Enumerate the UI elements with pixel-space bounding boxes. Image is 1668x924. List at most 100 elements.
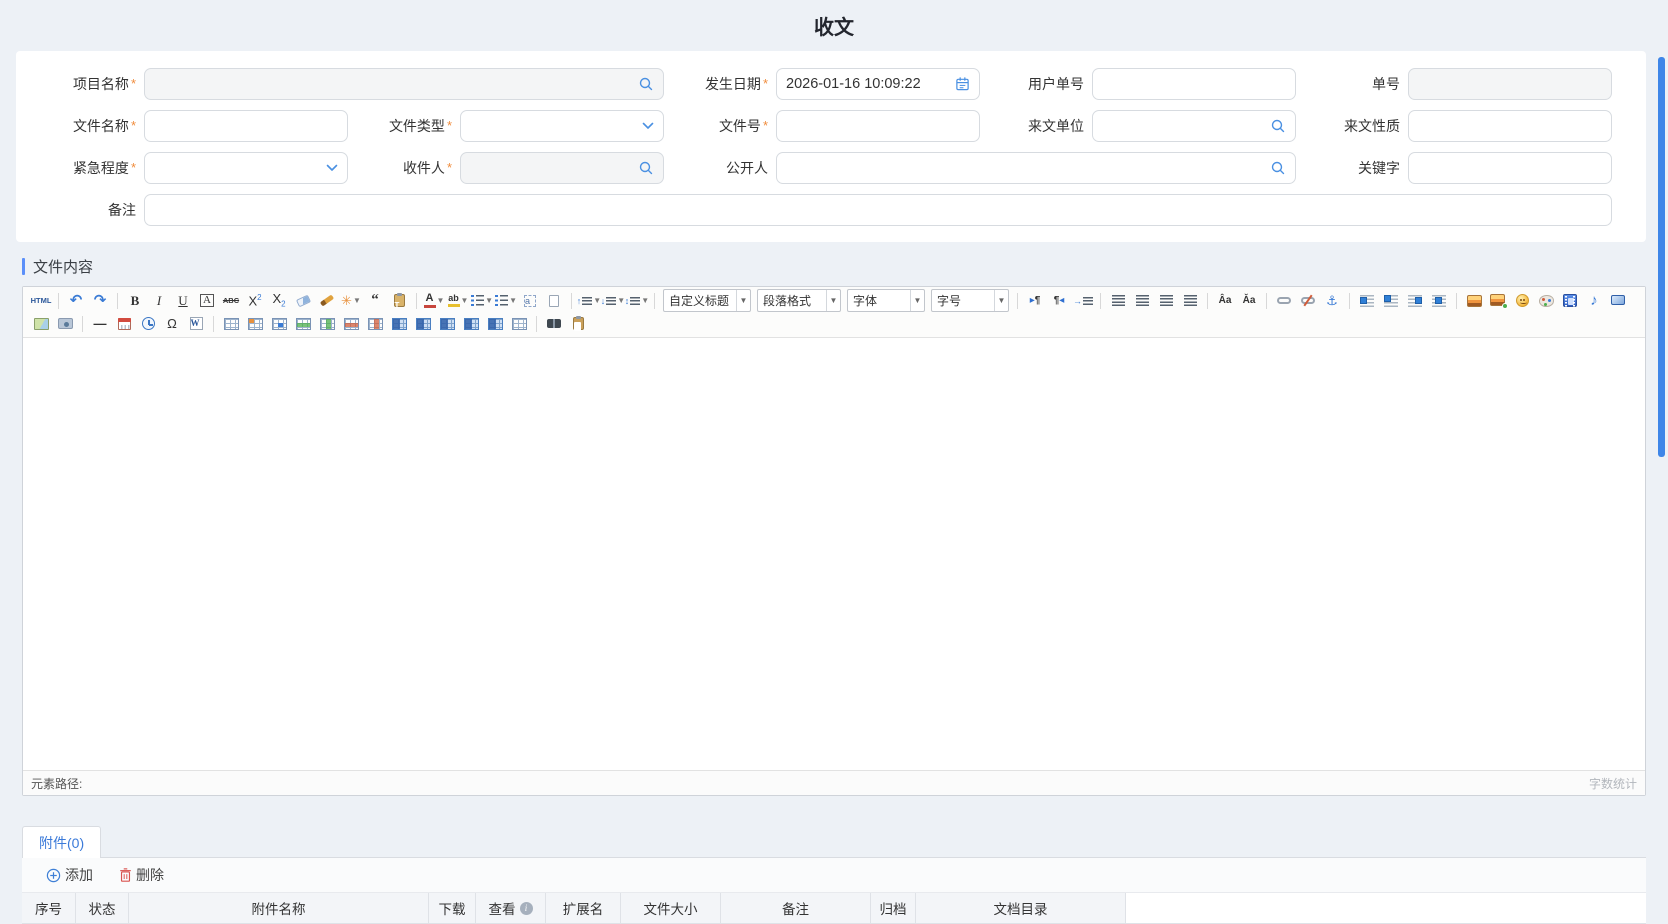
split-to-rows-icon[interactable] xyxy=(460,314,482,333)
image-center-icon[interactable] xyxy=(1428,291,1450,310)
superscript-icon[interactable]: X2 xyxy=(244,291,266,310)
insert-image-icon[interactable] xyxy=(1463,291,1485,310)
line-height-icon[interactable]: ↕▼ xyxy=(626,291,648,310)
rtl-paragraph-icon[interactable]: ¶◂ xyxy=(1048,291,1070,310)
remark-input[interactable] xyxy=(145,195,1611,225)
merge-cells-icon[interactable] xyxy=(388,314,410,333)
blockquote-icon[interactable]: “ xyxy=(364,291,386,310)
insert-time-icon[interactable] xyxy=(137,314,159,333)
insert-table-icon[interactable] xyxy=(220,314,242,333)
unlink-icon[interactable] xyxy=(1297,291,1319,310)
file-type-value[interactable] xyxy=(461,111,663,141)
multi-image-upload-icon[interactable] xyxy=(1487,291,1509,310)
find-replace-icon[interactable] xyxy=(543,314,565,333)
special-char-icon[interactable]: Ω xyxy=(161,314,183,333)
split-to-cols-icon[interactable] xyxy=(484,314,506,333)
receiver-input[interactable] xyxy=(461,153,663,183)
ordered-list-icon[interactable]: ▼ xyxy=(471,291,493,310)
highlight-color-icon[interactable]: ab▼ xyxy=(447,291,469,310)
char-border-icon[interactable]: A xyxy=(196,291,218,310)
format-brush-icon[interactable] xyxy=(316,291,338,310)
blank-page-icon[interactable] xyxy=(543,291,565,310)
occur-date-input[interactable] xyxy=(777,69,979,99)
tab-attachments[interactable]: 附件(0) xyxy=(22,826,101,858)
search-icon[interactable] xyxy=(638,76,654,92)
chevron-down-icon[interactable] xyxy=(642,122,654,130)
insert-link-icon[interactable] xyxy=(1273,291,1295,310)
cell-props-icon[interactable] xyxy=(268,314,290,333)
from-unit-input[interactable] xyxy=(1093,111,1295,141)
search-icon[interactable] xyxy=(638,160,654,176)
chevron-down-icon[interactable] xyxy=(326,164,338,172)
inline-anchor-a-icon[interactable]: a xyxy=(519,291,541,310)
image-inline-icon[interactable] xyxy=(1380,291,1402,310)
editor-content-area[interactable] xyxy=(23,338,1645,770)
add-attachment-button[interactable]: 添加 xyxy=(46,865,93,885)
horizontal-rule-icon[interactable]: — xyxy=(89,314,111,333)
info-icon[interactable]: i xyxy=(520,902,533,915)
to-uppercase-icon[interactable]: Âa xyxy=(1214,291,1236,310)
scrawl-icon[interactable] xyxy=(1535,291,1557,310)
remove-format-icon[interactable] xyxy=(292,291,314,310)
insert-map-icon[interactable] xyxy=(30,314,52,333)
undo-icon[interactable]: ↶ xyxy=(65,291,87,310)
paragraph-space-bottom-icon[interactable]: ↓▼ xyxy=(602,291,624,310)
merge-right-icon[interactable] xyxy=(412,314,434,333)
insert-video-icon[interactable] xyxy=(1559,291,1581,310)
unordered-list-icon[interactable]: ▼ xyxy=(495,291,517,310)
delete-col-icon[interactable] xyxy=(364,314,386,333)
bold-icon[interactable]: B xyxy=(124,291,146,310)
table-title-icon[interactable] xyxy=(508,314,530,333)
delete-attachment-button[interactable]: 删除 xyxy=(119,865,164,885)
underline-icon[interactable]: U xyxy=(172,291,194,310)
paste-icon[interactable] xyxy=(567,314,589,333)
insert-row-icon[interactable] xyxy=(292,314,314,333)
insert-music-icon[interactable]: ♪ xyxy=(1583,291,1605,310)
redo-icon[interactable]: ↷ xyxy=(89,291,111,310)
urgency-value[interactable] xyxy=(145,153,347,183)
to-lowercase-icon[interactable]: Ǎa xyxy=(1238,291,1260,310)
word-image-icon[interactable]: W xyxy=(185,314,207,333)
image-float-right-icon[interactable] xyxy=(1404,291,1426,310)
source-code-icon[interactable]: HTML xyxy=(30,291,52,310)
urgency-select[interactable] xyxy=(144,152,348,184)
image-float-left-icon[interactable] xyxy=(1356,291,1378,310)
word-count-label[interactable]: 字数统计 xyxy=(1589,775,1637,792)
align-left-icon[interactable] xyxy=(1107,291,1129,310)
merge-down-icon[interactable] xyxy=(436,314,458,333)
insert-date-icon[interactable] xyxy=(113,314,135,333)
subscript-icon[interactable]: X2 xyxy=(268,291,290,310)
anchor-icon[interactable]: ⚓ xyxy=(1321,291,1343,310)
font-family-select[interactable]: 字体▼ xyxy=(847,289,925,312)
project-name-input[interactable] xyxy=(145,69,663,99)
search-icon[interactable] xyxy=(1270,160,1286,176)
strikethrough-icon[interactable]: ABC xyxy=(220,291,242,310)
ltr-paragraph-icon[interactable]: ▸¶ xyxy=(1024,291,1046,310)
paste-plain-text-icon[interactable]: T xyxy=(388,291,410,310)
file-no-input[interactable] xyxy=(777,111,979,141)
paragraph-space-top-icon[interactable]: ↑▼ xyxy=(578,291,600,310)
from-nature-input[interactable] xyxy=(1409,111,1611,141)
align-center-icon[interactable] xyxy=(1131,291,1153,310)
custom-title-select[interactable]: 自定义标题▼ xyxy=(663,289,751,312)
file-name-input[interactable] xyxy=(145,111,347,141)
user-no-input[interactable] xyxy=(1093,69,1295,99)
align-justify-icon[interactable] xyxy=(1179,291,1201,310)
publisher-input[interactable] xyxy=(777,153,1295,183)
insert-col-icon[interactable] xyxy=(316,314,338,333)
first-line-indent-icon[interactable]: → xyxy=(1072,291,1094,310)
search-icon[interactable] xyxy=(1270,118,1286,134)
font-size-select[interactable]: 字号▼ xyxy=(931,289,1009,312)
align-right-icon[interactable] xyxy=(1155,291,1177,310)
vertical-scrollbar-thumb[interactable] xyxy=(1658,57,1665,457)
italic-icon[interactable]: I xyxy=(148,291,170,310)
auto-typeset-icon[interactable]: ✳▼ xyxy=(340,291,362,310)
file-type-select[interactable] xyxy=(460,110,664,142)
table-props-icon[interactable] xyxy=(244,314,266,333)
font-color-icon[interactable]: A▼ xyxy=(423,291,445,310)
snapshot-icon[interactable] xyxy=(54,314,76,333)
fullscreen-monitor-icon[interactable] xyxy=(1607,291,1629,310)
emoticon-icon[interactable] xyxy=(1511,291,1533,310)
keyword-input[interactable] xyxy=(1409,153,1611,183)
delete-row-icon[interactable] xyxy=(340,314,362,333)
